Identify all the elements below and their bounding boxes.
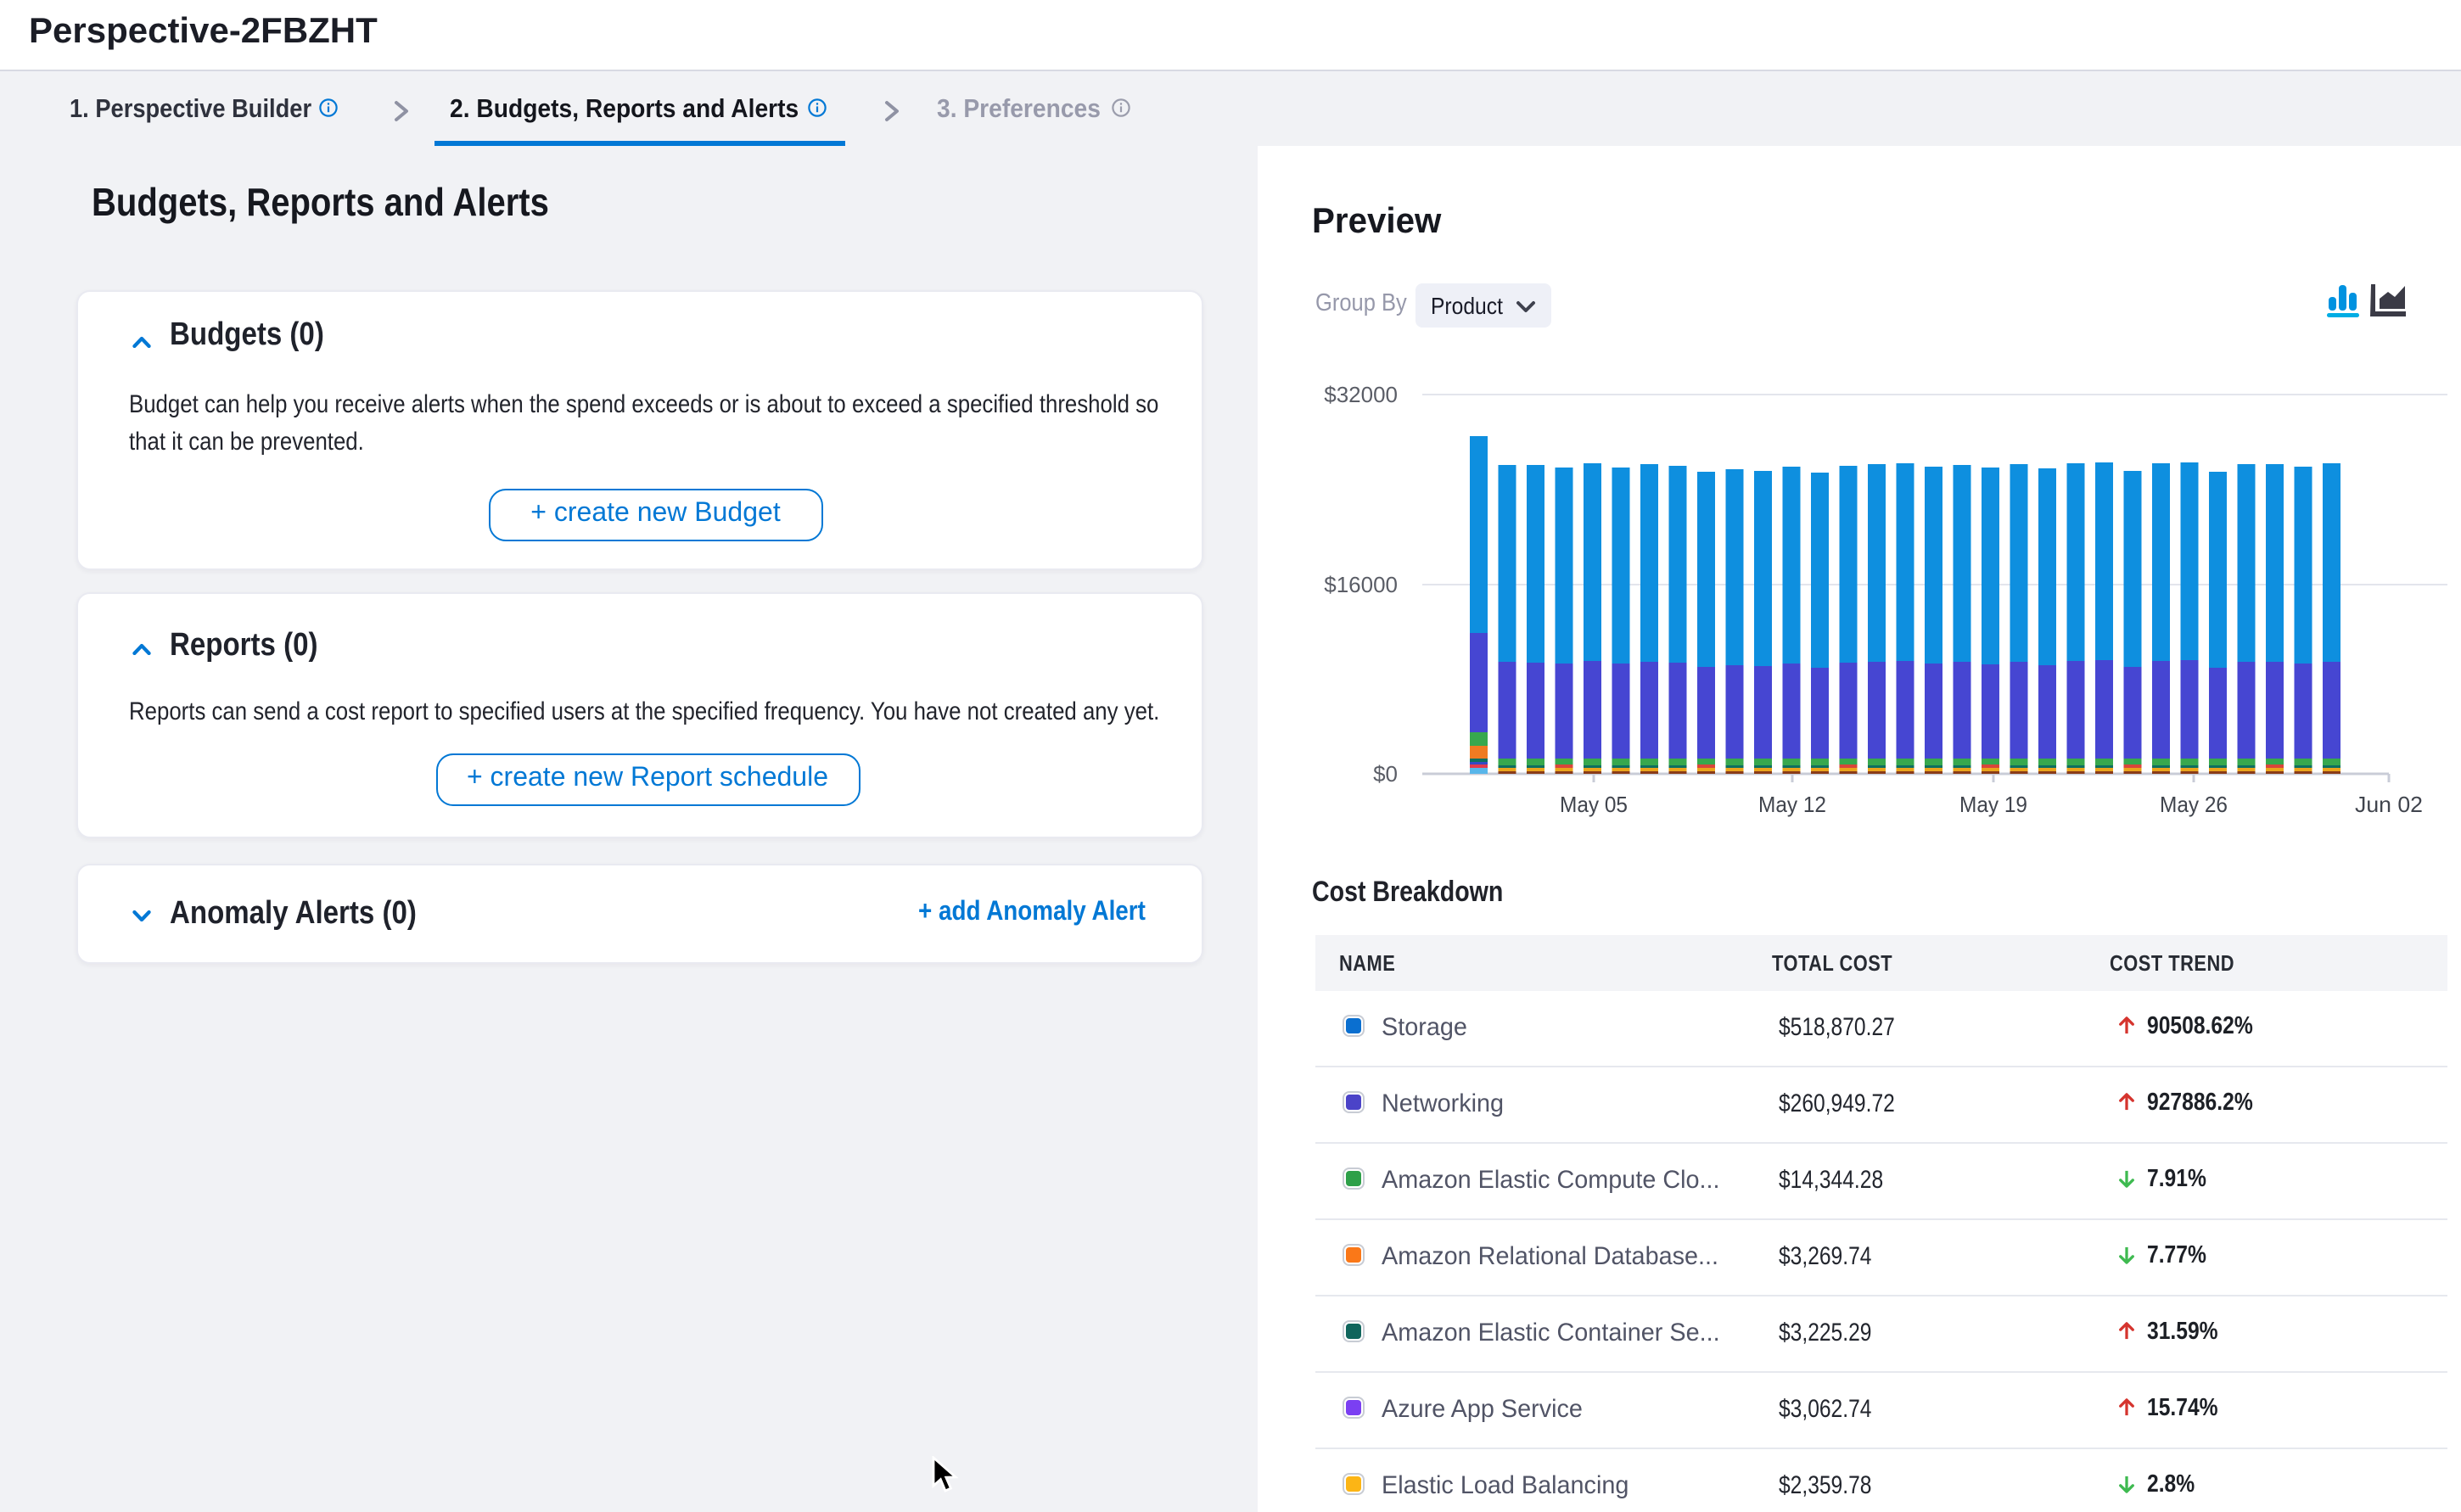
- svg-text:May 12: May 12: [1758, 791, 1826, 816]
- svg-text:$16000: $16000: [1324, 571, 1398, 596]
- svg-text:Jun 02: Jun 02: [2355, 791, 2423, 816]
- svg-text:$0: $0: [1373, 760, 1398, 786]
- svg-text:$32000: $32000: [1324, 381, 1398, 406]
- svg-text:May 19: May 19: [1959, 791, 2027, 816]
- svg-text:May 05: May 05: [1560, 791, 1628, 816]
- svg-text:May 26: May 26: [2160, 791, 2228, 816]
